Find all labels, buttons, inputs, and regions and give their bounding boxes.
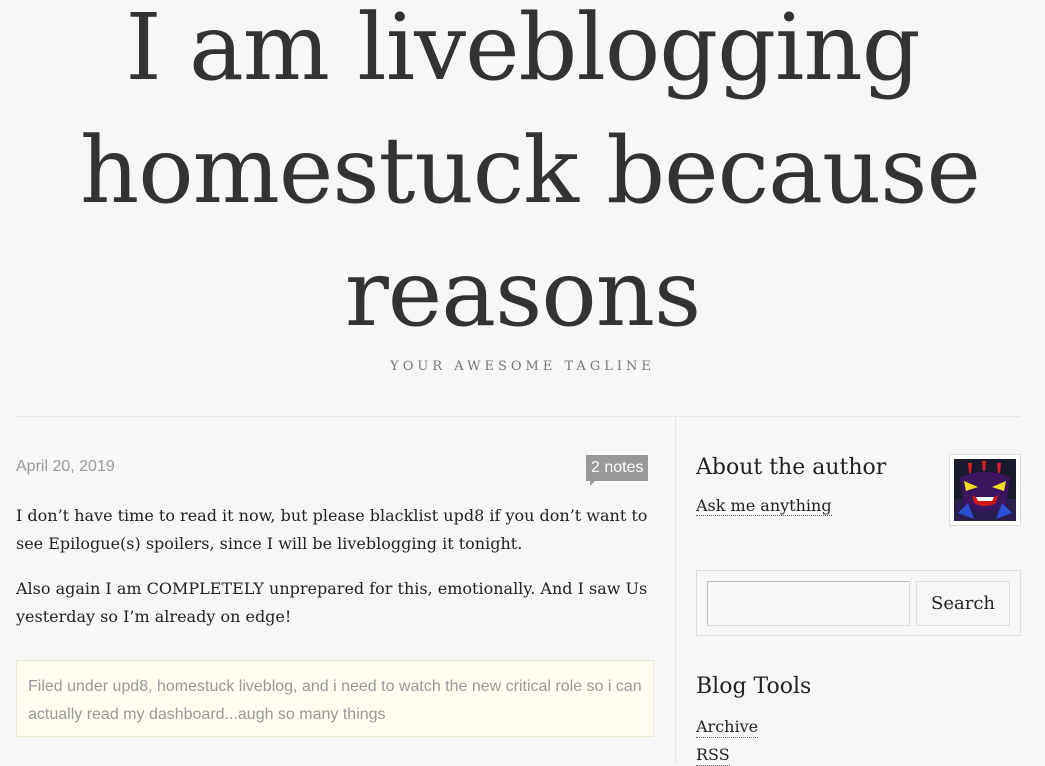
header-divider (16, 416, 1020, 417)
post-tags: Filed under upd8, homestuck liveblog, an… (16, 660, 654, 737)
filed-under-label: Filed under (28, 678, 109, 695)
search-button[interactable]: Search (916, 581, 1010, 626)
rss-link[interactable]: RSS (696, 745, 730, 766)
tag-link[interactable]: upd8 (113, 678, 149, 695)
post-date-link[interactable]: April 20, 2019 (16, 458, 115, 476)
about-author-heading: About the author (696, 455, 887, 480)
post-paragraph: Also again I am COMPLETELY unprepared fo… (16, 579, 648, 626)
blog-tagline: YOUR AWESOME TAGLINE (390, 359, 655, 374)
tag-link[interactable]: homestuck liveblog (157, 678, 293, 695)
column-divider (675, 416, 676, 765)
blog-title-line: I am liveblogging (125, 0, 920, 101)
blog-tools-heading: Blog Tools (696, 674, 812, 699)
search-input[interactable] (707, 581, 910, 626)
notes-count-badge[interactable]: 2 notes (586, 455, 649, 486)
archive-link[interactable]: Archive (696, 717, 759, 738)
post-body: I don’t have time to read it now, but pl… (16, 502, 656, 648)
blog-title: I am liveblogging homestuck because reas… (0, 0, 1045, 355)
search-form: Search (696, 570, 1021, 636)
post-paragraph: I don’t have time to read it now, but pl… (16, 506, 648, 553)
avatar-image (954, 459, 1016, 521)
ask-me-anything-link[interactable]: Ask me anything (696, 496, 832, 516)
blog-title-line: reasons (344, 240, 701, 347)
author-avatar[interactable] (949, 454, 1021, 526)
blog-title-line: homestuck because (80, 117, 981, 224)
